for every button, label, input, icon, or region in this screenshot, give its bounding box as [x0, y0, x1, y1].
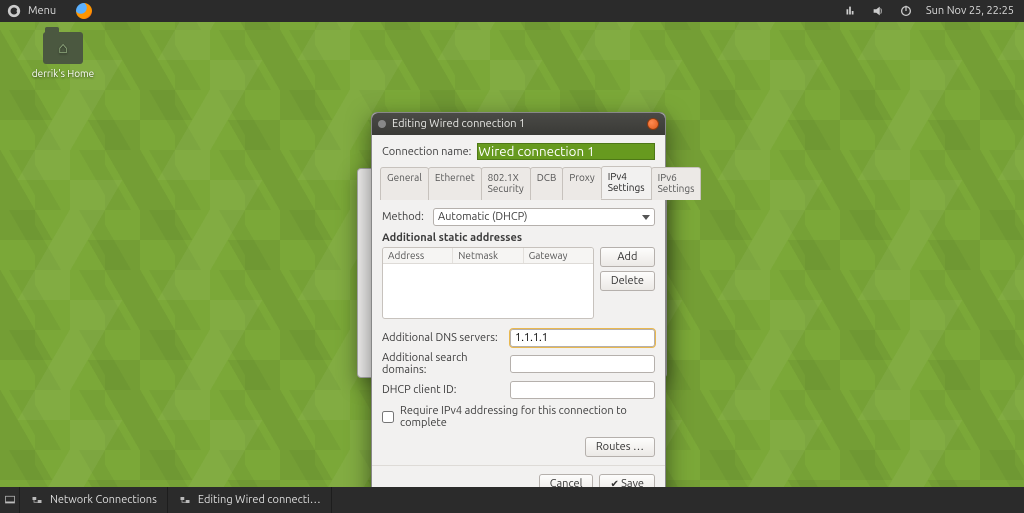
addresses-section-title: Additional static addresses: [382, 232, 655, 244]
close-icon[interactable]: [647, 118, 659, 130]
add-button[interactable]: Add: [600, 247, 655, 267]
search-domains-input[interactable]: [510, 355, 655, 373]
require-ipv4-checkbox[interactable]: [382, 411, 394, 423]
require-ipv4-label: Require IPv4 addressing for this connect…: [400, 405, 655, 429]
col-netmask: Netmask: [453, 248, 523, 263]
show-desktop-button[interactable]: [0, 487, 20, 513]
clock[interactable]: Sun Nov 25, 22:25: [926, 5, 1014, 17]
taskbar-item-editing-wired[interactable]: Editing Wired connecti…: [168, 487, 332, 513]
connection-name-label: Connection name:: [382, 146, 471, 158]
tab-ipv4-settings[interactable]: IPv4 Settings: [601, 166, 652, 199]
dialog-title: Editing Wired connection 1: [392, 118, 525, 130]
taskbar-item-network-connections[interactable]: Network Connections: [20, 487, 168, 513]
connection-name-input[interactable]: [477, 143, 655, 160]
dns-servers-label: Additional DNS servers:: [382, 332, 504, 344]
network-icon: [178, 493, 192, 507]
desktop-icon-label: derrik's Home: [30, 68, 96, 79]
volume-icon[interactable]: [870, 3, 886, 19]
tab-general[interactable]: General: [380, 167, 429, 200]
taskbar-label: Network Connections: [50, 494, 157, 506]
network-icon: [30, 493, 44, 507]
bottom-panel: Network Connections Editing Wired connec…: [0, 487, 1024, 513]
method-label: Method:: [382, 211, 427, 223]
desktop-home-folder[interactable]: derrik's Home: [30, 32, 96, 79]
static-addresses-table[interactable]: Address Netmask Gateway: [382, 247, 594, 319]
power-icon[interactable]: [898, 3, 914, 19]
col-address: Address: [383, 248, 453, 263]
dhcp-client-id-label: DHCP client ID:: [382, 384, 504, 396]
method-combobox[interactable]: Automatic (DHCP): [433, 208, 655, 226]
tab-ethernet[interactable]: Ethernet: [428, 167, 482, 200]
network-indicator-icon[interactable]: [842, 3, 858, 19]
folder-icon: [43, 32, 83, 64]
taskbar-label: Editing Wired connecti…: [198, 494, 321, 506]
edit-connection-dialog: Editing Wired connection 1 Connection na…: [371, 112, 666, 505]
delete-button[interactable]: Delete: [600, 271, 655, 291]
dns-servers-input[interactable]: [510, 329, 655, 347]
search-domains-label: Additional search domains:: [382, 352, 504, 376]
tab-bar: General Ethernet 802.1X Security DCB Pro…: [380, 166, 657, 200]
tab-proxy[interactable]: Proxy: [562, 167, 601, 200]
tab-ipv6-settings[interactable]: IPv6 Settings: [651, 167, 702, 200]
tab-dcb[interactable]: DCB: [530, 167, 564, 200]
distro-logo-icon[interactable]: [6, 3, 22, 19]
method-value: Automatic (DHCP): [438, 211, 528, 223]
dhcp-client-id-input[interactable]: [510, 381, 655, 399]
routes-button[interactable]: Routes …: [585, 437, 655, 457]
dialog-titlebar[interactable]: Editing Wired connection 1: [372, 113, 665, 135]
tab-8021x-security[interactable]: 802.1X Security: [481, 167, 531, 200]
firefox-icon[interactable]: [76, 3, 92, 19]
window-icon: [378, 120, 386, 128]
top-panel: Menu Sun Nov 25, 22:25: [0, 0, 1024, 22]
chevron-down-icon: [642, 215, 650, 220]
menu-button[interactable]: Menu: [28, 5, 56, 17]
col-gateway: Gateway: [524, 248, 593, 263]
